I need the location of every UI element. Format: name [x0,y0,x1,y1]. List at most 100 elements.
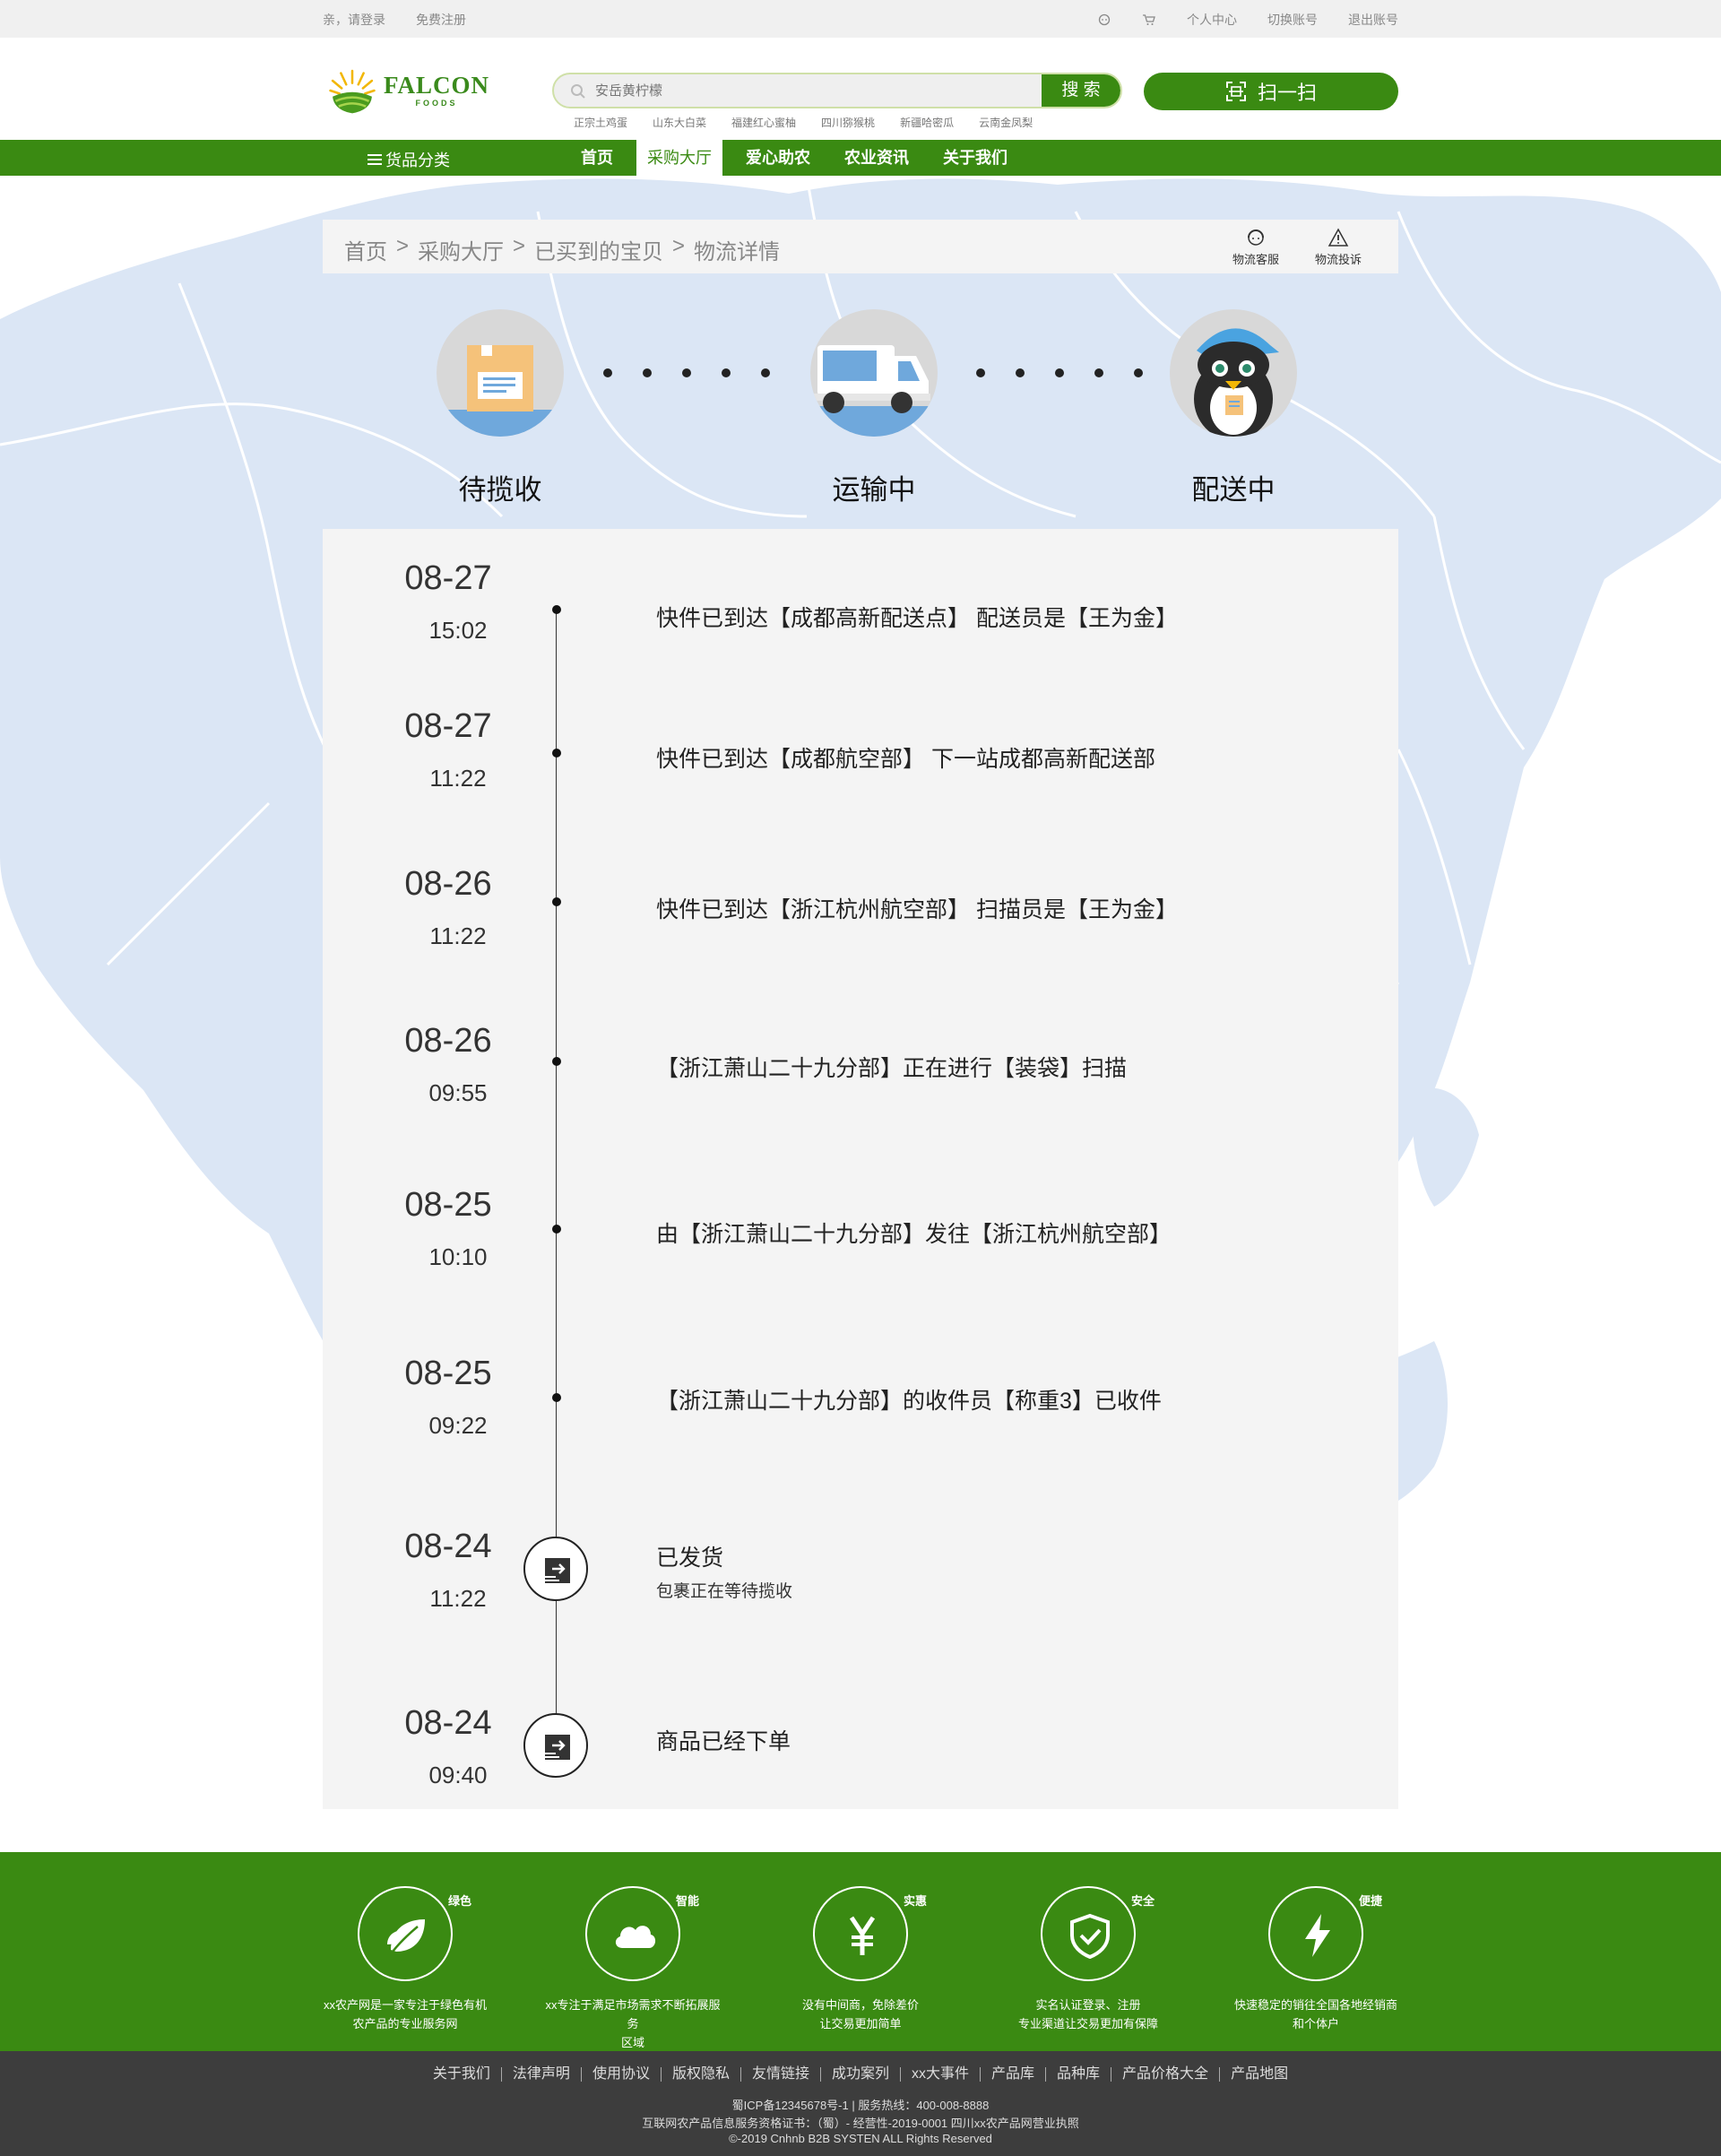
entry-time: 10:10 [428,1243,488,1270]
hot-search-words: 正宗土鸡蛋 山东大白菜 福建红心蜜柚 四川猕猴桃 新疆哈密瓜 云南金凤梨 [574,115,1058,130]
entry-time: 09:40 [428,1762,488,1788]
breadcrumb-logistics: 物流详情 [694,240,781,264]
features-band: 绿色 xx农产网是一家专注于绿色有机 农产品的专业服务网 智能 xx专注于满足市… [0,1852,1721,2051]
customer-service-icon [1248,229,1264,246]
step-label: 运输中 [832,474,916,506]
logout-link[interactable]: 退出账号 [1348,11,1398,29]
entry-time: 09:55 [428,1079,488,1106]
nav-purchase-hall[interactable]: 采购大厅 [636,140,722,176]
personal-center-link[interactable]: 个人中心 [1187,11,1237,29]
entry-description: 快件已到达【成都高新配送点】 配送员是【王为金】 [656,606,1178,631]
timeline-dot [552,1225,561,1234]
entry-time: 15:02 [428,617,488,644]
yen-icon [849,1916,876,1955]
entry-date: 08-24 [404,1704,492,1742]
footer-link[interactable]: 关于我们 [422,2067,501,2082]
breadcrumb-home[interactable]: 首页 [344,234,387,265]
header: FALCON FOODS 搜 索 正宗土鸡蛋 山东大白菜 福建红心蜜柚 四川猕猴… [0,38,1721,140]
logistics-complaint-button[interactable]: 物流投诉 [1307,227,1370,267]
footer-icp: 蜀ICP备12345678号-1 | 服务热线：400-008-8888 [731,2099,990,2112]
timeline-dot [552,749,561,758]
logistics-service-button[interactable]: 物流客服 [1224,227,1287,267]
hot-word[interactable]: 云南金凤梨 [979,115,1033,130]
entry-date: 08-25 [404,1186,492,1224]
truck-icon [810,309,938,437]
scan-button-label: 扫一扫 [1257,82,1317,104]
feature-tag: 实惠 [900,1892,930,1909]
hot-word[interactable]: 福建红心蜜柚 [731,115,796,130]
hot-word[interactable]: 四川猕猴桃 [821,115,875,130]
breadcrumb-bar: 首页 > 采购大厅 > 已买到的宝贝 > 物流详情 物流客服 物流投诉 [323,220,1398,273]
entry-sub-description: 包裹正在等待揽收 [656,1582,793,1601]
feature-smart: 智能 xx专注于满足市场需求不断拓展服务 区域 [543,1886,722,2052]
feature-affordable: 实惠 没有中间商，免除差价 让交易更加简单 [771,1886,950,2033]
step-label: 配送中 [1191,474,1276,506]
footer-link[interactable]: 产品库 [980,2067,1045,2082]
top-bar: 亲，请登录 免费注册 个人中心 切换账号 退出账号 [0,0,1721,38]
step-awaiting-pickup: 待揽收 [437,309,564,507]
footer-link[interactable]: 使用协议 [580,2067,661,2082]
switch-account-link[interactable]: 切换账号 [1267,11,1318,29]
breadcrumb-purchased[interactable]: 已买到的宝贝 [534,234,663,265]
footer-link[interactable]: 法律声明 [500,2067,581,2082]
logo[interactable]: FALCON FOODS [328,61,489,120]
search-button[interactable]: 搜 索 [1042,74,1120,107]
search-input[interactable] [595,74,1008,107]
cart-icon[interactable] [1142,13,1156,26]
logo-subtitle: FOODS [415,99,458,108]
footer-link[interactable]: xx大事件 [900,2067,980,2082]
entry-description: 快件已到达【成都航空部】 下一站成都高新配送部 [656,747,1155,772]
package-icon [437,309,564,437]
hot-word[interactable]: 正宗土鸡蛋 [574,115,627,130]
entry-description: 快件已到达【浙江杭州航空部】 扫描员是【王为金】 [656,897,1178,922]
step-in-transit: 运输中 [810,309,938,507]
login-link[interactable]: 亲，请登录 [323,11,385,29]
feature-tag: 智能 [672,1892,702,1909]
scan-button[interactable]: 扫一扫 [1144,73,1398,110]
footer-link[interactable]: 品种库 [1045,2067,1111,2082]
entry-time: 11:22 [429,765,487,792]
nav-about-us[interactable]: 关于我们 [932,140,1018,176]
entry-time: 09:22 [428,1412,488,1439]
breadcrumb-separator: > [513,234,526,258]
feature-green: 绿色 xx农产网是一家专注于绿色有机 农产品的专业服务网 [316,1886,495,2033]
entry-date: 08-24 [404,1528,492,1565]
entry-description: 已发货 [656,1546,724,1571]
category-menu[interactable]: 货品分类 [368,148,450,171]
feature-tag: 便捷 [1355,1892,1385,1909]
footer-license: 互联网农产品信息服务资格证书：（蜀）- 经营性-2019-0001 四川xx农产… [642,2117,1079,2130]
feature-desc: xx农产网是一家专注于绿色有机 [323,1998,487,2012]
search-icon [571,84,585,99]
footer-link[interactable]: 友情链接 [739,2067,820,2082]
hot-word[interactable]: 山东大白菜 [653,115,706,130]
menu-icon [368,154,382,165]
customer-service-icon[interactable] [1097,13,1111,26]
logistics-complaint-label: 物流投诉 [1314,253,1362,266]
footer-link[interactable]: 产品地图 [1219,2067,1299,2082]
footer-link[interactable]: 成功案列 [819,2067,900,2082]
scan-icon [1225,82,1246,101]
main-nav: 货品分类 首页 采购大厅 爱心助农 农业资讯 关于我们 [0,140,1721,176]
entry-description: 【浙江萧山二十九分部】正在进行【装袋】扫描 [656,1056,1128,1081]
hot-word[interactable]: 新疆哈密瓜 [900,115,954,130]
footer-link[interactable]: 版权隐私 [660,2067,740,2082]
feature-desc: 和个体户 [1292,2017,1339,2030]
feature-safe: 安全 实名认证登录、注册 专业渠道让交易更加有保障 [999,1886,1178,2033]
footer-link[interactable]: 产品价格大全 [1111,2067,1219,2082]
breadcrumb-purchase-hall[interactable]: 采购大厅 [418,234,504,265]
step-connector [976,368,1143,377]
timeline-dot [552,605,561,614]
nav-home[interactable]: 首页 [570,140,624,176]
courier-penguin-icon [1170,309,1297,437]
farm-sun-logo-icon [329,69,376,114]
feature-desc: 让交易更加简单 [819,2017,902,2030]
nav-agri-news[interactable]: 农业资讯 [834,140,920,176]
search-box: 搜 索 [552,73,1122,108]
register-link[interactable]: 免费注册 [416,11,466,29]
breadcrumb: 首页 > 采购大厅 > 已买到的宝贝 > 物流详情 [344,234,780,265]
footer: 关于我们 法律声明 使用协议 版权隐私 友情链接 成功案列 xx大事件 产品库 … [0,2051,1721,2156]
feature-desc: 快速稳定的销往全国各地经销商 [1233,1998,1397,2012]
entry-description: 【浙江萧山二十九分部】的收件员【称重3】已收件 [656,1389,1162,1414]
nav-help-farmers[interactable]: 爱心助农 [735,140,821,176]
lightning-icon [1305,1914,1330,1957]
